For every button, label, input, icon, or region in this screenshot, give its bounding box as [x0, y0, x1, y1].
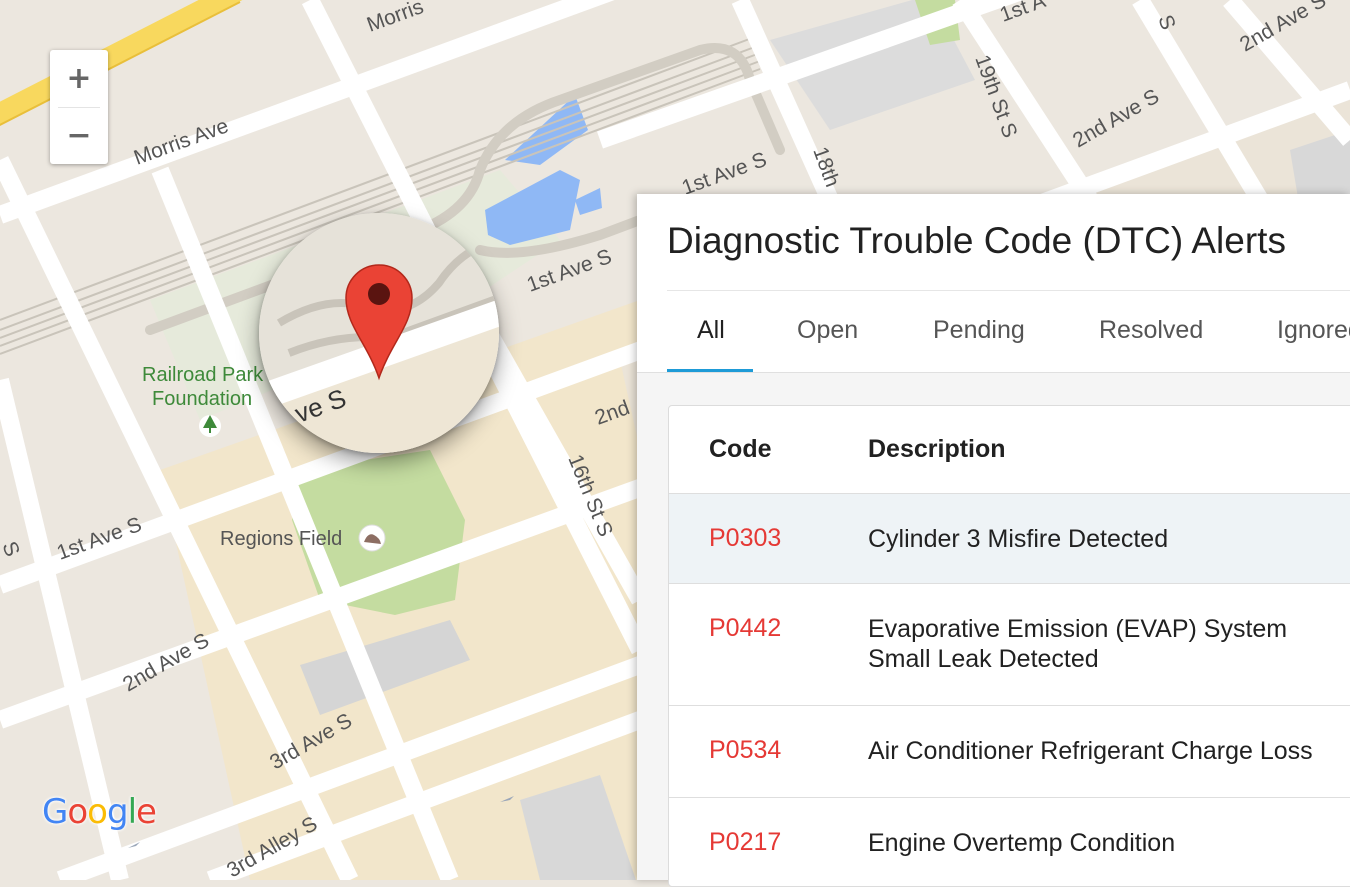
- table-row[interactable]: P0534 Air Conditioner Refrigerant Charge…: [669, 705, 1350, 798]
- column-header-code[interactable]: Code: [709, 406, 772, 493]
- panel-header: Diagnostic Trouble Code (DTC) Alerts All…: [637, 194, 1350, 372]
- table-row[interactable]: P0442 Evaporative Emission (EVAP) System…: [669, 583, 1350, 706]
- tab-pending[interactable]: Pending: [933, 291, 1025, 370]
- dtc-code[interactable]: P0303: [709, 524, 781, 553]
- dtc-description: Cylinder 3 Misfire Detected: [868, 525, 1169, 553]
- zoom-out-button[interactable]: −: [50, 107, 108, 164]
- zoom-controls: + −: [50, 50, 108, 164]
- logo-letter: l: [127, 792, 138, 832]
- table-row[interactable]: P0217 Engine Overtemp Condition: [669, 797, 1350, 886]
- dtc-description: Evaporative Emission (EVAP) System Small…: [868, 615, 1288, 673]
- divider: [58, 107, 100, 108]
- stadium-icon: [358, 524, 386, 552]
- logo-letter: o: [67, 792, 88, 832]
- logo-letter: o: [87, 792, 108, 832]
- zoom-in-button[interactable]: +: [50, 50, 108, 107]
- dtc-description: Air Conditioner Refrigerant Charge Loss: [868, 737, 1313, 765]
- tree-icon: [199, 415, 221, 437]
- location-magnifier: ve S: [259, 213, 499, 453]
- poi-label: Foundation: [152, 388, 252, 410]
- dtc-description: Engine Overtemp Condition: [868, 829, 1176, 857]
- tab-open[interactable]: Open: [797, 291, 858, 370]
- divider: [637, 372, 1350, 373]
- logo-letter: e: [136, 792, 157, 832]
- dtc-code[interactable]: P0442: [709, 614, 781, 643]
- logo-letter: G: [42, 792, 68, 832]
- table-row[interactable]: P0303 Cylinder 3 Misfire Detected: [669, 493, 1350, 584]
- dtc-code[interactable]: P0217: [709, 828, 781, 857]
- poi-label: Railroad Park: [142, 364, 264, 386]
- page-title: Diagnostic Trouble Code (DTC) Alerts: [667, 220, 1286, 261]
- column-header-description[interactable]: Description: [868, 406, 1006, 493]
- tab-all[interactable]: All: [697, 291, 725, 370]
- poi-label: Regions Field: [220, 528, 342, 550]
- dtc-alerts-panel: Diagnostic Trouble Code (DTC) Alerts All…: [637, 194, 1350, 887]
- dtc-code[interactable]: P0534: [709, 736, 781, 765]
- dtc-table: Code Description P0303 Cylinder 3 Misfir…: [668, 405, 1350, 887]
- logo-letter: g: [106, 792, 129, 832]
- google-logo[interactable]: Google: [42, 792, 157, 832]
- tab-ignored[interactable]: Ignored: [1277, 291, 1350, 370]
- tab-resolved[interactable]: Resolved: [1099, 291, 1203, 370]
